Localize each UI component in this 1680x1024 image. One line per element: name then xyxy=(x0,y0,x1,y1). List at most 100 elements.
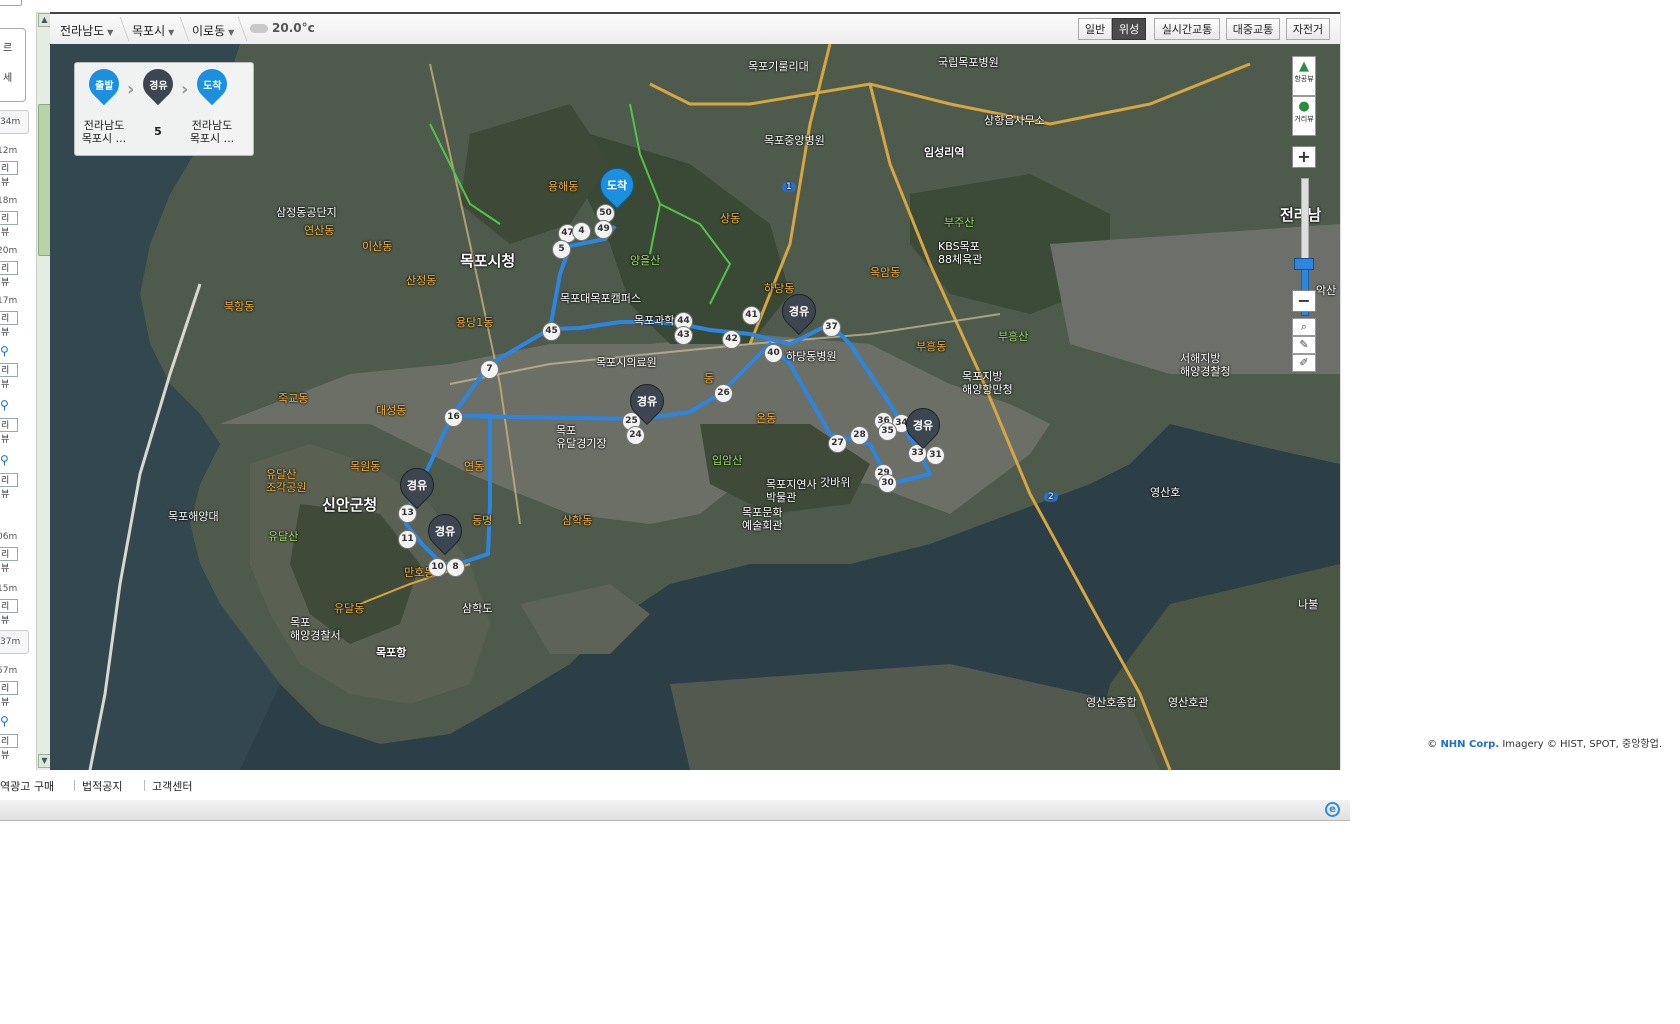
aerial-view-button[interactable]: ▲ 항공뷰 xyxy=(1292,56,1316,96)
map-place-label[interactable]: 국립목포병원 xyxy=(938,54,999,70)
map-place-label[interactable]: 연동 xyxy=(464,458,484,474)
map-place-label[interactable]: 목포대목포캠퍼스 xyxy=(560,290,641,306)
map-place-label[interactable]: 나불 xyxy=(1298,596,1318,612)
via-pin-icon[interactable]: 경유 xyxy=(136,62,180,106)
map-place-label[interactable]: 이산동 xyxy=(362,238,392,254)
nhn-brand-link[interactable]: NHN Corp. xyxy=(1440,739,1499,750)
map-place-label[interactable]: 영산호종합 xyxy=(1086,694,1137,710)
public-transit-button[interactable]: 대중교통 xyxy=(1226,18,1280,40)
realtime-traffic-button[interactable]: 실시간교통 xyxy=(1154,18,1220,40)
waypoint-marker[interactable]: 7 xyxy=(480,360,499,379)
waypoint-marker[interactable]: 45 xyxy=(542,322,561,341)
map-place-label[interactable]: 서해지방 해양경찰청 xyxy=(1180,352,1231,378)
map-place-label[interactable]: 온동 xyxy=(756,410,776,426)
start-location-text[interactable]: 전라남도 목포시 ... xyxy=(75,119,133,145)
breadcrumb-district[interactable]: 이로동 ▼ xyxy=(192,22,234,39)
end-pin-icon[interactable]: 도착 xyxy=(190,62,234,106)
map-place-label[interactable]: 유달산 xyxy=(268,528,298,544)
breadcrumb-city[interactable]: 목포시 ▼ xyxy=(132,22,174,39)
map-place-label[interactable]: 신안군청 xyxy=(322,494,377,515)
map-place-label[interactable]: 삼정동공단지 xyxy=(276,204,337,220)
map-place-label[interactable]: 옥암동 xyxy=(870,264,900,280)
zoom-slider-thumb[interactable] xyxy=(1294,258,1314,270)
sidebar-top-box[interactable] xyxy=(0,0,22,6)
map-place-label[interactable]: 유달산 조각공원 xyxy=(266,468,306,494)
map-place-label[interactable]: 목포중앙병원 xyxy=(764,132,825,148)
zoom-out-button[interactable]: − xyxy=(1292,290,1316,312)
waypoint-marker[interactable]: 30 xyxy=(878,474,897,493)
footer-link-legal[interactable]: 법적공지 xyxy=(82,778,122,794)
map-place-label[interactable]: 부흥동 xyxy=(916,338,946,354)
map-place-label[interactable]: 동명 xyxy=(472,512,492,528)
map-place-label[interactable]: 대성동 xyxy=(376,402,406,418)
map-place-label[interactable]: 상향읍사무소 xyxy=(984,112,1045,128)
map-place-label[interactable]: 영산호관 xyxy=(1168,694,1208,710)
map-place-label[interactable]: 목포해양대 xyxy=(168,508,219,524)
map-place-label[interactable]: 연산동 xyxy=(304,222,334,238)
map-place-label[interactable]: 하당동병원 xyxy=(786,348,837,364)
map-place-label[interactable]: 목포기룰리대 xyxy=(748,58,809,74)
waypoint-marker[interactable]: 10 xyxy=(428,558,447,577)
map-place-label[interactable]: 유달동 xyxy=(334,600,364,616)
map-place-label[interactable]: 목포지방 해양항만청 xyxy=(962,370,1013,396)
waypoint-marker[interactable]: 8 xyxy=(446,558,465,577)
map-type-satellite-button[interactable]: 위성 xyxy=(1112,18,1146,40)
map-place-label[interactable]: 목원동 xyxy=(350,458,380,474)
review-button[interactable]: 리뷰 xyxy=(0,681,18,708)
waypoint-marker[interactable]: 42 xyxy=(722,330,741,349)
map-place-label[interactable]: 산정동 xyxy=(406,272,436,288)
map-place-label[interactable]: 동 xyxy=(704,370,714,386)
waypoint-marker[interactable]: 16 xyxy=(444,408,463,427)
review-button[interactable]: 리뷰 xyxy=(0,734,18,761)
map-place-label[interactable]: 죽교동 xyxy=(278,390,308,406)
map-place-label[interactable]: 목포지연사 박물관 xyxy=(766,478,817,504)
map-place-label[interactable]: 갓바위 xyxy=(820,474,850,490)
zoom-in-button[interactable]: + xyxy=(1292,146,1316,168)
review-button[interactable]: 리뷰 xyxy=(0,473,18,500)
eraser-icon[interactable]: ✐ xyxy=(1292,354,1316,372)
sidebar-route-panel[interactable]: 르 세 xyxy=(0,28,26,102)
breadcrumb-province[interactable]: 전라남도 ▼ xyxy=(60,22,113,39)
map-place-label[interactable]: 목포 해양경찰서 xyxy=(290,616,341,642)
map-place-label[interactable]: 목포시청 xyxy=(460,250,515,271)
map-place-label[interactable]: 악산 xyxy=(1316,282,1336,298)
map-place-label[interactable]: 부흥산 xyxy=(998,328,1028,344)
map-place-label[interactable]: KBS목포 88체육관 xyxy=(938,240,982,266)
bicycle-button[interactable]: 자전거 xyxy=(1286,18,1330,40)
review-button[interactable]: 리뷰 xyxy=(0,363,18,390)
ruler-icon[interactable]: ✎ xyxy=(1292,336,1316,354)
map-place-label[interactable]: 부주산 xyxy=(944,214,974,230)
waypoint-marker[interactable]: 26 xyxy=(714,384,733,403)
street-view-button[interactable]: ● 거리뷰 xyxy=(1292,96,1316,136)
map-place-label[interactable]: 입암산 xyxy=(712,452,742,468)
sidebar-scrollbar[interactable]: ▲ ▼ xyxy=(36,12,51,770)
waypoint-marker[interactable]: 49 xyxy=(594,220,613,239)
review-button[interactable]: 리뷰 xyxy=(0,311,18,338)
review-button[interactable]: 리뷰 xyxy=(0,211,18,238)
footer-link-ad[interactable]: 역광고 구매 xyxy=(0,778,54,794)
start-pin-icon[interactable]: 출발 xyxy=(82,62,126,106)
map-place-label[interactable]: 용해동 xyxy=(548,178,578,194)
map-place-label[interactable]: 삼학동 xyxy=(562,512,592,528)
waypoint-marker[interactable]: 4 xyxy=(572,222,591,241)
waypoint-marker[interactable]: 31 xyxy=(926,446,945,465)
map-place-label[interactable]: 목포시의료원 xyxy=(596,354,657,370)
map-place-label[interactable]: 북항동 xyxy=(224,298,254,314)
waypoint-marker[interactable]: 43 xyxy=(674,326,693,345)
review-button[interactable]: 리뷰 xyxy=(0,418,18,445)
map-place-label[interactable]: 삼학도 xyxy=(462,600,492,616)
review-button[interactable]: 리뷰 xyxy=(0,261,18,288)
map-place-label[interactable]: 임성리역 xyxy=(924,144,964,160)
map-place-label[interactable]: 하당동 xyxy=(764,280,794,296)
waypoint-marker[interactable]: 5 xyxy=(552,240,571,259)
waypoint-marker[interactable]: 35 xyxy=(878,422,897,441)
map-place-label[interactable]: 목포 유달경기장 xyxy=(556,424,607,450)
map-place-label[interactable]: 영산호 xyxy=(1150,484,1180,500)
magnifier-icon[interactable]: ⌕ xyxy=(1292,318,1316,336)
map-place-label[interactable]: 양을산 xyxy=(630,252,660,268)
footer-link-support[interactable]: 고객센터 xyxy=(152,778,192,794)
map-place-label[interactable]: 목포과학 xyxy=(634,312,674,328)
review-button[interactable]: 리뷰 xyxy=(0,599,18,626)
satellite-map[interactable]: 목포기룰리대 국립목포병원 상향읍사무소 목포중앙병원 임성리역 용해동 상동 … xyxy=(50,44,1340,770)
waypoint-marker[interactable]: 11 xyxy=(398,530,417,549)
